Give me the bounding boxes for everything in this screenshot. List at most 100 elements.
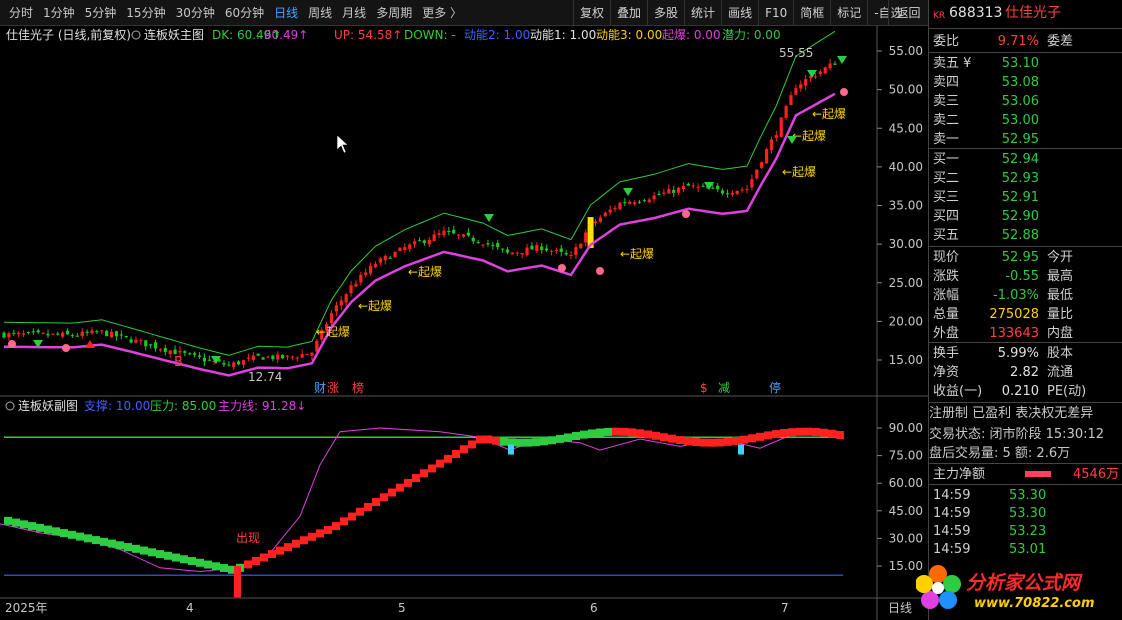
sub-indicator-name[interactable]: 连板妖副图 [18,398,78,413]
candle-body [569,255,573,257]
event-tag: 减 [718,381,730,395]
step-block [516,438,524,447]
event-tag: 财 [314,381,326,395]
pattern-marker-icon [840,88,848,96]
tool-button[interactable]: 叠加 [610,0,647,26]
candle-body [202,357,207,362]
price-tick: 50.00 [889,83,923,97]
step-block [12,518,20,527]
tool-button[interactable]: 统计 [684,0,721,26]
step-block [612,427,620,436]
candle-body [80,331,84,336]
candle-body [554,249,558,251]
market-badge: KR [933,11,946,21]
candle-body [828,63,832,69]
candle-body [246,357,251,359]
candle-body [398,247,402,252]
step-block [84,534,92,543]
step-block [388,488,396,497]
step-block [524,438,532,447]
period-tab[interactable]: 周线 [303,0,337,26]
period-tab[interactable]: 1分钟 [38,0,80,26]
candle-body [740,189,744,191]
candle-body [701,185,705,187]
indicator-name[interactable]: 连板妖主图 [144,27,204,42]
step-block [620,427,628,436]
x-axis-label: 4 [186,601,194,615]
step-block [436,459,444,468]
step-block [700,438,708,447]
back-button[interactable]: 返回 [888,0,928,26]
candle-body [378,258,382,263]
bid-row: 买四 52.90 [933,209,1039,224]
step-block [716,438,724,447]
cyan-marker [508,444,514,455]
candle-body [598,217,602,222]
step-block [676,436,684,445]
candle-body [90,330,94,334]
candle-body [608,209,612,213]
candle-body [163,348,167,352]
candle-body [505,249,510,253]
candle-body [232,362,236,368]
candle-body [799,84,803,89]
candle-body [515,252,519,254]
candle-body [535,245,539,251]
step-block [52,527,60,536]
legend-item: 起爆: 0.00 [662,28,721,42]
candle-body [158,349,163,351]
candle-body [417,240,422,242]
candle-body [794,88,798,95]
candle-body [818,71,822,75]
period-tab[interactable]: 15分钟 [121,0,170,26]
tick-row: 14:59 53.30 [933,488,1047,503]
step-block [804,427,812,436]
period-tab[interactable]: 30分钟 [171,0,220,26]
sub-tick: 45.00 [889,504,923,518]
sub-tick: 90.00 [889,421,923,435]
candle-body [676,187,681,193]
low-price-label: 12.74 [248,370,282,384]
candle-body [197,355,202,358]
period-tab[interactable]: 更多 〉 [417,0,467,26]
step-block [260,553,268,562]
candle-body [285,355,290,357]
step-block [652,431,660,440]
sub-legend-item: 主力线: 91.28↓ [218,399,306,413]
candle-body [496,243,500,248]
candle-body [574,247,578,256]
candle-body [266,356,270,358]
candle-body [237,361,241,365]
tool-button[interactable]: 标记 [830,0,867,26]
ask-row: 卖五 ¥53.10 [933,56,1039,71]
step-block [220,564,228,573]
candle-body [520,253,524,255]
period-tab[interactable]: 60分钟 [220,0,269,26]
period-tab[interactable]: 日线 [269,0,303,26]
period-tab[interactable]: 多周期 [371,0,417,26]
candle-body [813,76,818,78]
legend-item: UP: 54.58↑ [334,28,402,42]
tool-button[interactable]: 多股 [647,0,684,26]
tool-button[interactable]: 画线 [721,0,758,26]
period-tab[interactable]: 月线 [337,0,371,26]
candle-body [310,352,314,356]
price-tick: 55.00 [889,44,923,58]
price-tick: 30.00 [889,237,923,251]
tool-button[interactable]: 简框 [793,0,830,26]
tool-button[interactable]: 复权 [573,0,610,26]
tool-button[interactable]: F10 [758,0,793,26]
candle-body [769,139,774,151]
candle-body [691,185,695,187]
candle-body [755,169,759,179]
period-tab[interactable]: 分时 [4,0,38,26]
candle-body [339,300,343,306]
chart-area[interactable]: 仕佳光子 (日线,前复权) 连板妖主图 DK: 60.49↑: 60.49↑ UP: … [0,26,928,620]
period-tab[interactable]: 5分钟 [80,0,122,26]
sub-legend-item: 支撑: 10.00 [84,398,150,413]
step-block [476,435,484,444]
legend-item: 动能2: 1.00 [464,28,530,42]
step-block [660,433,668,442]
candle-body [85,331,89,333]
step-block [268,550,276,559]
